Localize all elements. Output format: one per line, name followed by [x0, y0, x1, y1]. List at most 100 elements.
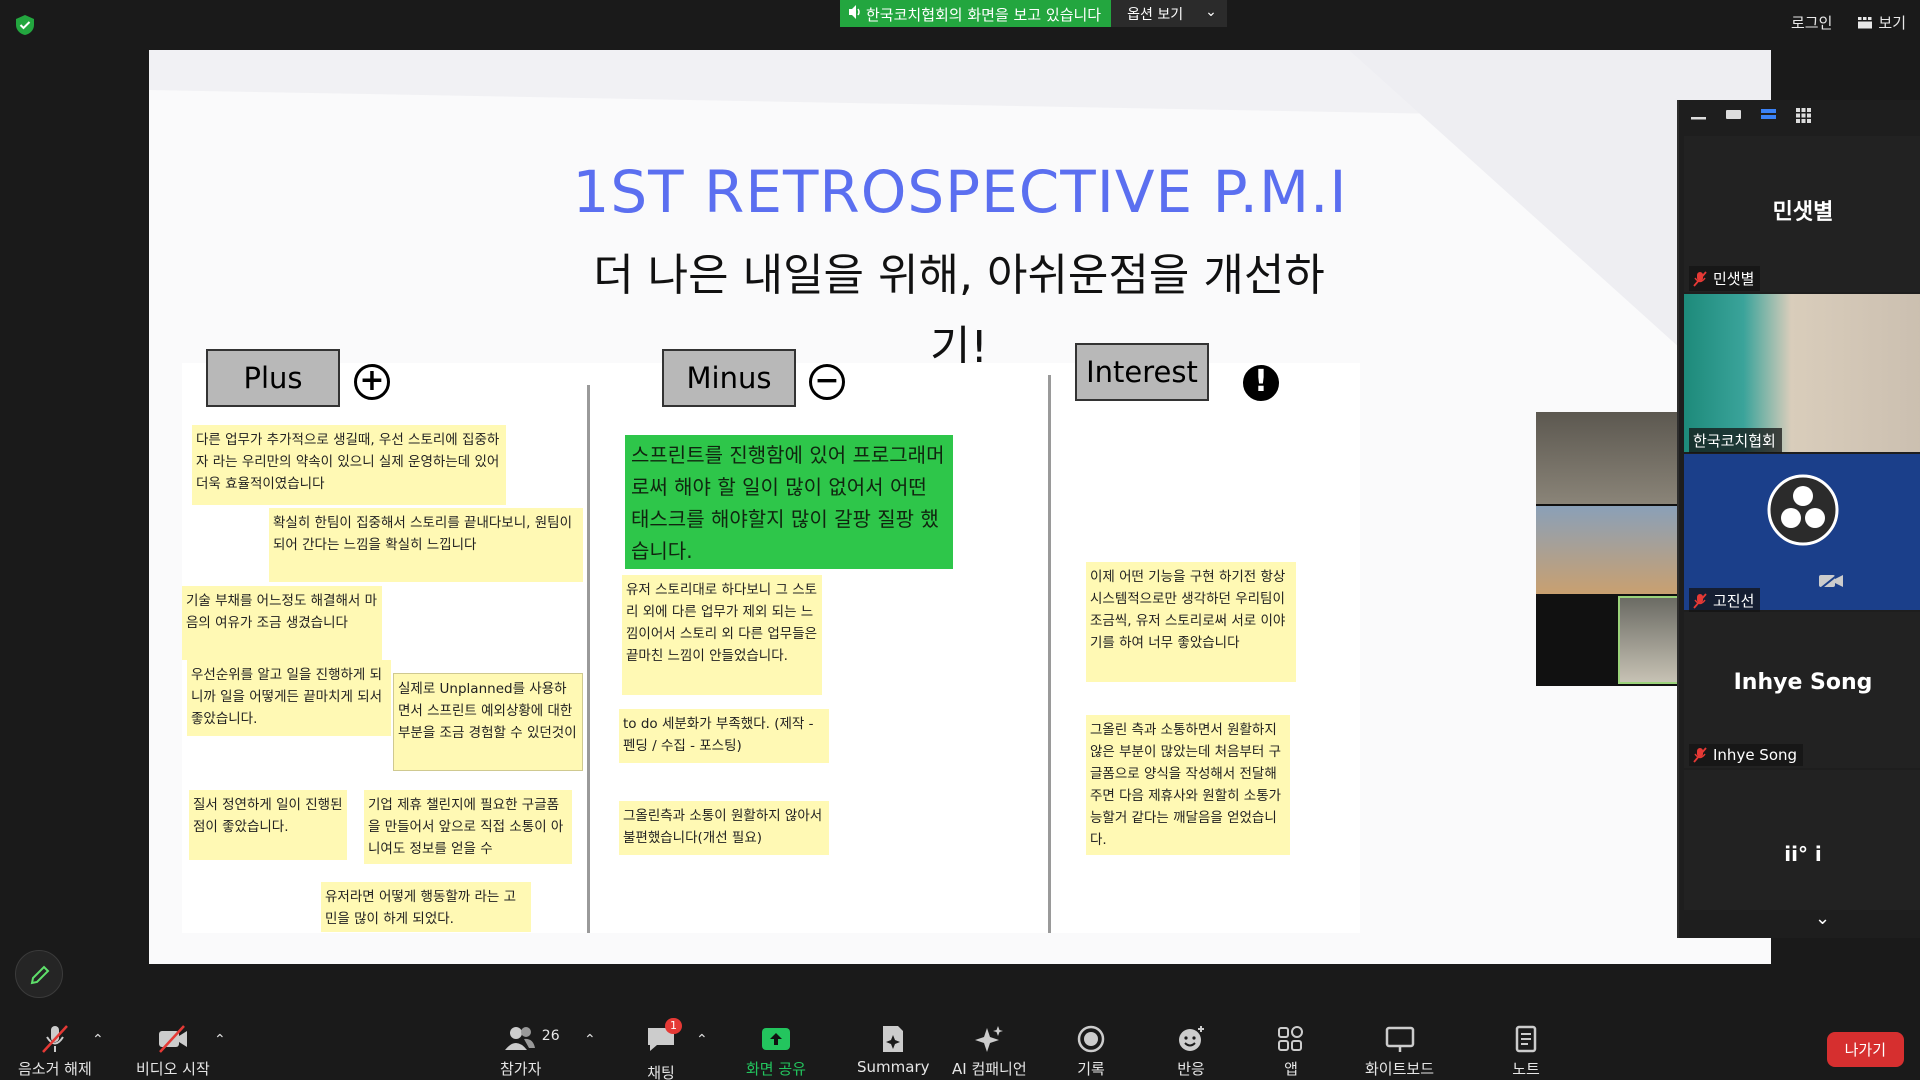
participant-tile[interactable]: Inhye Song Inhye Song [1684, 612, 1920, 768]
minus-note: 유저 스토리대로 하다보니 그 스토리 외에 다른 업무가 제외 되는 느낌이어… [622, 575, 822, 695]
side-by-side-icon[interactable] [1761, 108, 1776, 120]
minimize-icon[interactable] [1691, 108, 1706, 120]
chat-button[interactable]: 1 채팅 [645, 1018, 682, 1080]
plus-note: 질서 정연하게 일이 진행된 점이 좋았습니다. [189, 790, 347, 860]
summary-icon [883, 1026, 904, 1052]
shared-slide: 1ST RETROSPECTIVE P.M.I 더 나은 내일을 위해, 아쉬운… [149, 50, 1771, 964]
participant-tile[interactable]: 고진선 [1684, 454, 1920, 613]
whiteboard-icon [1385, 1026, 1414, 1052]
column-divider [1048, 375, 1051, 933]
interest-note: 그올린 측과 소통하면서 원활하지 않은 부분이 많았는데 처음부터 구글폼으로… [1086, 715, 1290, 855]
reactions-label: 반응 [1177, 1060, 1205, 1078]
scroll-down-chevron-icon[interactable]: ⌄ [1815, 908, 1830, 929]
interest-note: 이제 어떤 기능을 구현 하기전 항상 시스템적으로만 생각하던 우리팀이 조금… [1086, 562, 1296, 682]
participants-label: 참가자 [500, 1060, 542, 1078]
share-status: 한국코치협회의 화면을 보고 있습니다 [840, 0, 1112, 27]
video-off-icon [158, 1025, 187, 1053]
view-button[interactable]: 보기 [1858, 12, 1906, 33]
meeting-toolbar: 음소거 해제 ⌃ 비디오 시작 ⌃ 26 참가자 ⌃ 1 채팅 ⌃ 화면 공유 [0, 1012, 1920, 1080]
participant-name: 한국코치협회 [1693, 432, 1776, 450]
minus-note-highlighted: 스프린트를 진행함에 있어 프로그래머로써 해야 할 일이 많이 없어서 어떤 … [625, 435, 953, 569]
login-button[interactable]: 로그인 [1791, 12, 1832, 33]
notes-label: 노트 [1512, 1060, 1540, 1078]
ai-companion-label: AI 컴패니언 [952, 1060, 1027, 1078]
plus-note: 확실히 한팀이 집중해서 스토리를 끝내다보니, 원팀이 되어 간다는 느낌을 … [269, 508, 583, 582]
start-video-button[interactable]: 비디오 시작 [136, 1024, 210, 1079]
plus-note: 기업 제휴 챌린지에 필요한 구글폼을 만들어서 앞으로 직접 소통이 아니여도… [364, 790, 572, 864]
shield-icon[interactable] [14, 14, 36, 36]
whiteboard-button[interactable]: 화이트보드 [1365, 1024, 1434, 1079]
participant-display-name: Inhye Song [1733, 670, 1873, 695]
view-options-button[interactable]: 옵션 보기 ⌄ [1111, 0, 1227, 27]
share-screen-icon [761, 1028, 790, 1050]
record-icon [1077, 1025, 1105, 1053]
participant-display-name: ii° i [1784, 842, 1822, 866]
column-divider [587, 385, 590, 933]
chat-caret-icon[interactable]: ⌃ [696, 1032, 708, 1048]
apps-button[interactable]: 앱 [1275, 1024, 1307, 1079]
share-banner: 한국코치협회의 화면을 보고 있습니다 옵션 보기 ⌄ [840, 0, 1227, 27]
apps-icon [1278, 1026, 1303, 1051]
notes-icon [1515, 1025, 1537, 1053]
mic-muted-icon [1693, 270, 1707, 287]
gallery-grid-icon[interactable] [1796, 108, 1811, 123]
participant-label: 고진선 [1689, 588, 1761, 613]
record-label: 기록 [1077, 1060, 1105, 1078]
chat-label: 채팅 [647, 1064, 675, 1080]
chevron-down-icon: ⌄ [1205, 4, 1217, 20]
annotate-button[interactable] [15, 950, 63, 998]
minus-note: 그올린측과 소통이 원활하지 않아서 불편했습니다(개선 필요) [619, 801, 829, 855]
mic-muted-icon [41, 1025, 68, 1053]
mic-muted-icon [1693, 747, 1707, 763]
grid-view-icon [1858, 16, 1873, 28]
sparkle-icon [975, 1026, 1004, 1052]
plus-note: 실제로 Unplanned를 사용하면서 스프린트 예외상황에 대한 부분을 조… [393, 673, 583, 771]
participant-name: Inhye Song [1713, 746, 1798, 764]
record-button[interactable]: 기록 [1075, 1024, 1107, 1079]
single-view-icon[interactable] [1726, 108, 1741, 120]
top-right-controls: 로그인 보기 [1791, 12, 1906, 33]
video-off-icon [1819, 572, 1843, 590]
share-screen-button[interactable]: 화면 공유 [746, 1024, 806, 1079]
plus-note: 우선순위를 알고 일을 진행하게 되니까 일을 어떻게든 끝마치게 되서 좋았습… [187, 660, 391, 736]
summary-button[interactable]: Summary [857, 1024, 930, 1076]
participants-icon [504, 1027, 535, 1050]
share-text: 한국코치협회의 화면을 보고 있습니다 [866, 6, 1102, 24]
leave-button[interactable]: 나가기 [1826, 1032, 1904, 1067]
participants-button[interactable]: 26 참가자 [500, 1024, 563, 1079]
participant-label: Inhye Song [1689, 744, 1804, 766]
plus-header: Plus [206, 349, 340, 407]
minus-circle-icon: − [809, 364, 845, 400]
participant-label: 한국코치협회 [1689, 428, 1782, 453]
participant-tile[interactable]: ii° i [1684, 770, 1920, 910]
participants-count: 26 [541, 1028, 560, 1044]
participants-caret-icon[interactable]: ⌃ [584, 1032, 596, 1048]
interest-header: Interest [1075, 343, 1209, 401]
unmute-button[interactable]: 음소거 해제 [18, 1024, 92, 1079]
participant-display-name: 민샛별 [1772, 200, 1834, 225]
participant-name: 민샛별 [1713, 270, 1755, 288]
plus-note: 유저라면 어떻게 행동할까 라는 고민을 많이 하게 되었다. [321, 882, 531, 932]
view-options-label: 옵션 보기 [1127, 7, 1184, 23]
participant-label: 민샛별 [1689, 266, 1761, 291]
reactions-button[interactable]: 반응 [1175, 1024, 1207, 1079]
video-options-caret-icon[interactable]: ⌃ [214, 1032, 226, 1048]
exclamation-circle-icon: ! [1243, 365, 1279, 401]
start-video-label: 비디오 시작 [136, 1060, 210, 1078]
photo-cell [1536, 412, 1696, 504]
notes-button[interactable]: 노트 [1510, 1024, 1542, 1079]
speaker-icon [849, 5, 860, 19]
ai-companion-button[interactable]: AI 컴패니언 [952, 1024, 1027, 1079]
participant-tile[interactable]: 민샛별 민샛별 [1684, 136, 1920, 292]
chat-unread-badge: 1 [665, 1018, 682, 1034]
participant-tile-video[interactable]: 한국코치협회 [1684, 294, 1920, 453]
view-label: 보기 [1878, 14, 1906, 32]
minus-note: to do 세분화가 부족했다. (제작 - 펜딩 / 수집 - 포스팅) [619, 709, 829, 763]
plus-note: 기술 부채를 어느정도 해결해서 마음의 여유가 조금 생겼습니다 [182, 586, 382, 660]
zoom-window: 한국코치협회의 화면을 보고 있습니다 옵션 보기 ⌄ 로그인 보기 1ST R… [0, 0, 1920, 1080]
minus-header: Minus [662, 349, 796, 407]
audio-options-caret-icon[interactable]: ⌃ [92, 1032, 104, 1048]
participant-panel: 민샛별 민샛별 한국코치협회 고진선 Inhye Song Inhye Song… [1677, 100, 1920, 938]
share-screen-label: 화면 공유 [746, 1060, 806, 1078]
photo-cell [1536, 506, 1696, 594]
